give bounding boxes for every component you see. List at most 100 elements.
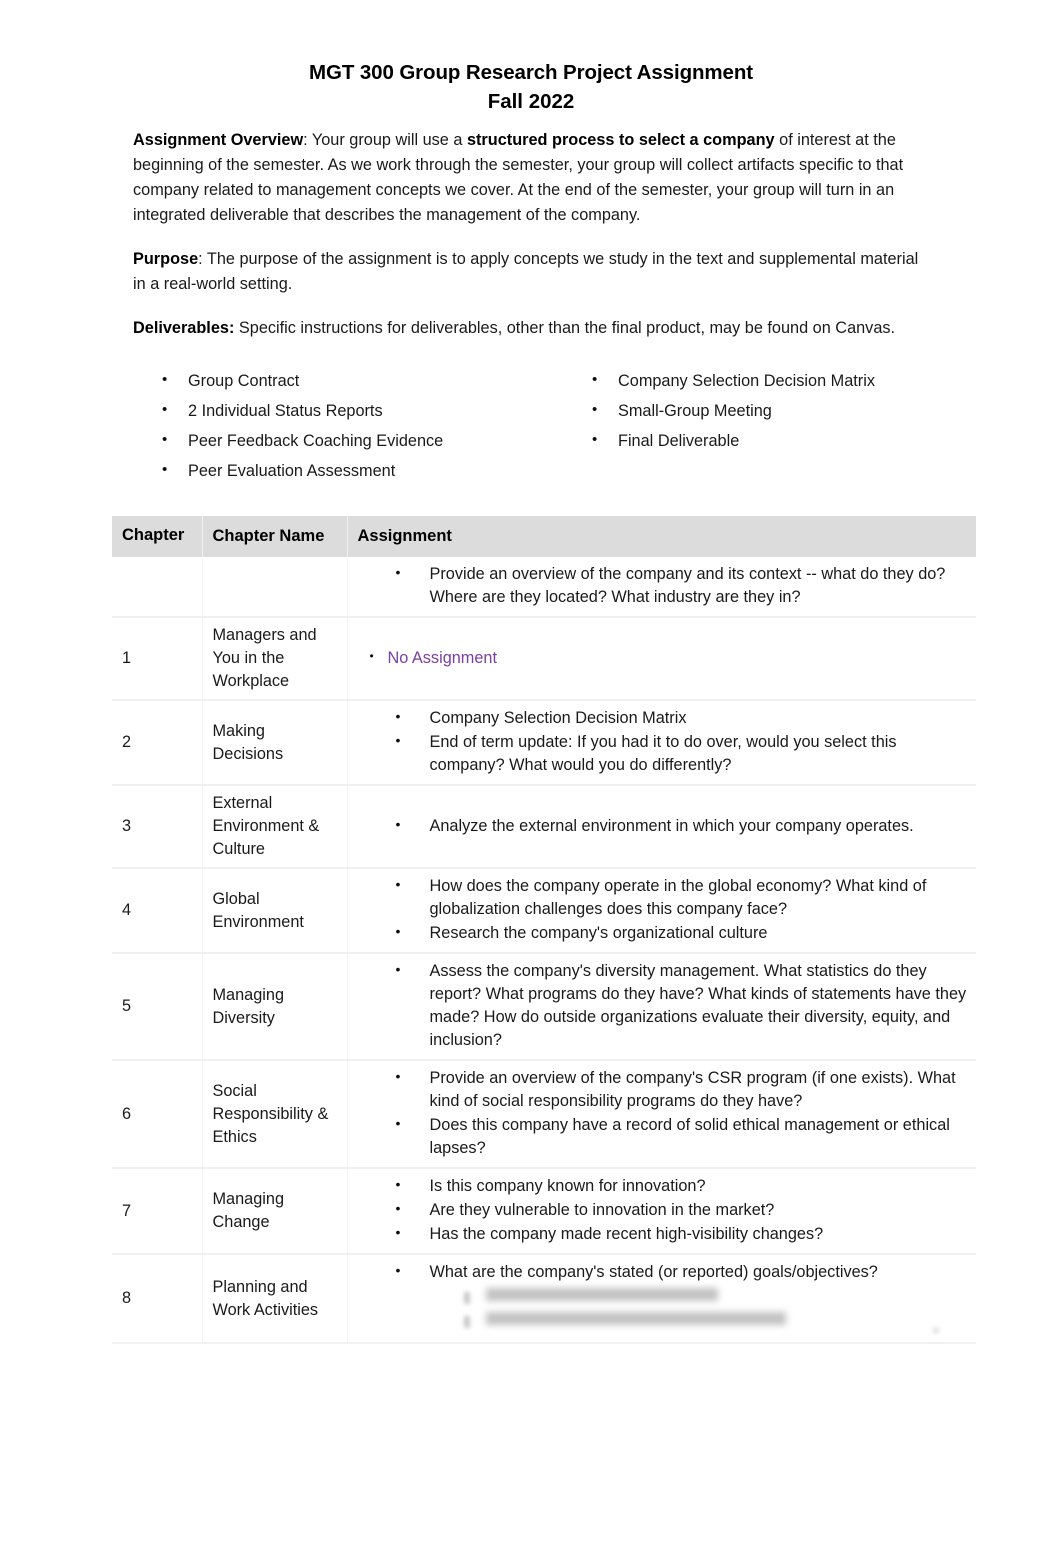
page-number-artifact: ● xyxy=(931,1322,941,1339)
document-page: MGT 300 Group Research Project Assignmen… xyxy=(0,0,1062,1556)
redacted-text xyxy=(485,1288,718,1301)
bullet-icon: • xyxy=(395,815,401,832)
cell-chapter-name: Managing Diversity xyxy=(202,953,348,1061)
bullet-icon: • xyxy=(592,401,598,418)
redacted-sub-items xyxy=(358,1288,969,1334)
bullet-icon: • xyxy=(395,1262,401,1278)
table-row: 2 Making Decisions • Company Selection De… xyxy=(112,700,976,786)
bullet-icon: • xyxy=(162,401,168,418)
bullet-icon: • xyxy=(592,371,598,388)
chapter-assignment-table-wrapper: Chapter Chapter Name Assignment • Provide… xyxy=(112,516,976,1344)
cell-assignment: • Provide an overview of the company's CS… xyxy=(347,1060,976,1169)
list-item: • Company Selection Decision Matrix xyxy=(580,370,970,392)
list-item: • End of term update: If you had it to do… xyxy=(358,731,969,777)
assignment-list: • Company Selection Decision Matrix • End … xyxy=(358,707,969,777)
assignment-list: • No Assignment xyxy=(358,647,969,670)
cell-assignment: • Company Selection Decision Matrix • End … xyxy=(347,700,976,786)
redacted-line xyxy=(358,1288,969,1310)
bullet-icon: • xyxy=(395,708,401,724)
cell-chapter-name: Managers and You in the Workplace xyxy=(202,617,348,701)
cell-assignment: • What are the company's stated (or repor… xyxy=(347,1254,976,1344)
bullet-icon: • xyxy=(395,876,401,892)
assignment-list: • Assess the company's diversity manageme… xyxy=(358,960,969,1052)
cell-chapter-name: Managing Change xyxy=(202,1168,348,1255)
list-item: • Analyze the external environment in whi… xyxy=(358,815,969,838)
cell-assignment: • No Assignment xyxy=(347,617,976,701)
purpose-label: Purpose xyxy=(133,250,199,268)
table-row: 5 Managing Diversity • Assess the company… xyxy=(112,953,976,1061)
list-item-label: How does the company operate in the glob… xyxy=(429,877,927,918)
bullet-icon: • xyxy=(395,1176,401,1192)
list-item-label: Company Selection Decision Matrix xyxy=(618,372,875,390)
bullet-icon: • xyxy=(162,431,168,448)
bullet-icon: • xyxy=(395,1068,401,1084)
list-item-label: Does this company have a record of solid… xyxy=(429,1116,950,1157)
list-item-label: Group Contract xyxy=(188,372,300,390)
assignment-overview-emphasis: structured process to select a company xyxy=(466,131,775,149)
purpose-paragraph: Purpose: The purpose of the assignment i… xyxy=(133,247,933,297)
deliverables-label: Deliverables: xyxy=(133,319,235,337)
deliverables-left-list: • Group Contract • 2 Individual Status Rep… xyxy=(150,370,570,482)
cell-assignment: • Assess the company's diversity manageme… xyxy=(347,953,976,1061)
list-item: • Small-Group Meeting xyxy=(580,400,970,422)
bullet-icon xyxy=(463,1292,470,1304)
assignment-list: • Provide an overview of the company and … xyxy=(358,563,969,609)
table-row: 3 External Environment & Culture • Analyz… xyxy=(112,785,976,869)
cell-chapter-name: External Environment & Culture xyxy=(202,785,348,869)
list-item-label: Analyze the external environment in whic… xyxy=(429,816,914,835)
cell-chapter-name: Planning and Work Activities xyxy=(202,1254,348,1344)
cell-chapter-name: Social Responsibility & Ethics xyxy=(202,1060,348,1169)
list-item-label: What are the company's stated (or report… xyxy=(429,1263,878,1281)
cell-chapter-number: 8 xyxy=(112,1254,203,1344)
bullet-icon: • xyxy=(395,1200,401,1216)
no-assignment-label: No Assignment xyxy=(387,648,498,667)
cell-chapter-number: 7 xyxy=(112,1168,203,1255)
list-item: • Does this company have a record of soli… xyxy=(358,1114,969,1160)
list-item-label: Assess the company's diversity managemen… xyxy=(429,962,967,1049)
deliverables-body: Specific instructions for deliverables, … xyxy=(234,319,896,337)
redacted-line xyxy=(358,1312,969,1334)
column-header-chapter-name: Chapter Name xyxy=(202,516,348,557)
bullet-icon: • xyxy=(395,732,401,748)
table-row: 8 Planning and Work Activities • What are… xyxy=(112,1254,976,1344)
redacted-text xyxy=(485,1312,786,1325)
table-row: • Provide an overview of the company and … xyxy=(112,557,976,618)
bullet-icon: • xyxy=(395,961,401,977)
bullet-icon: • xyxy=(162,371,168,388)
cell-chapter-number: 5 xyxy=(112,953,203,1061)
list-item: • What are the company's stated (or repor… xyxy=(358,1261,969,1284)
chapter-assignment-table: Chapter Chapter Name Assignment • Provide… xyxy=(112,516,976,1344)
list-item-label: Peer Feedback Coaching Evidence xyxy=(188,432,444,450)
list-item-label: Company Selection Decision Matrix xyxy=(429,709,687,727)
list-item: • Research the company's organizational c… xyxy=(358,922,969,945)
list-item: • Peer Feedback Coaching Evidence xyxy=(150,430,570,452)
assignment-overview-paragraph: Assignment Overview: Your group will use… xyxy=(133,128,933,228)
bullet-icon: • xyxy=(395,923,401,939)
list-item: • Final Deliverable xyxy=(580,430,970,452)
list-item-label: Has the company made recent high-visibil… xyxy=(429,1225,824,1243)
list-item: • Peer Evaluation Assessment xyxy=(150,460,570,482)
list-item: • How does the company operate in the glo… xyxy=(358,875,969,921)
bullet-icon: • xyxy=(369,648,374,663)
list-item: • No Assignment xyxy=(358,647,969,670)
assignment-list: • How does the company operate in the glo… xyxy=(358,875,969,945)
deliverables-left-column: • Group Contract • 2 Individual Status Rep… xyxy=(150,370,570,490)
deliverables-right-list: • Company Selection Decision Matrix • Smal… xyxy=(580,370,970,452)
list-item-label: Is this company known for innovation? xyxy=(429,1177,706,1195)
list-item: • Are they vulnerable to innovation in th… xyxy=(358,1199,969,1222)
bullet-icon xyxy=(463,1316,470,1328)
list-item: • Is this company known for innovation? xyxy=(358,1175,969,1198)
table-body: • Provide an overview of the company and … xyxy=(112,557,976,1344)
list-item-label: End of term update: If you had it to do … xyxy=(429,733,897,774)
list-item: • Company Selection Decision Matrix xyxy=(358,707,969,730)
assignment-overview-lead-suffix: : Your group will use a xyxy=(303,131,467,149)
list-item-label: Peer Evaluation Assessment xyxy=(188,462,396,480)
cell-chapter-number: 1 xyxy=(112,617,203,701)
cell-chapter-number: 2 xyxy=(112,700,203,786)
assignment-overview-label: Assignment Overview xyxy=(133,131,304,149)
cell-chapter-number: 4 xyxy=(112,868,203,954)
bullet-icon: • xyxy=(395,1224,401,1240)
list-item-label: Final Deliverable xyxy=(618,432,740,450)
cell-chapter-number xyxy=(112,557,203,618)
page-title: MGT 300 Group Research Project Assignmen… xyxy=(309,61,753,84)
